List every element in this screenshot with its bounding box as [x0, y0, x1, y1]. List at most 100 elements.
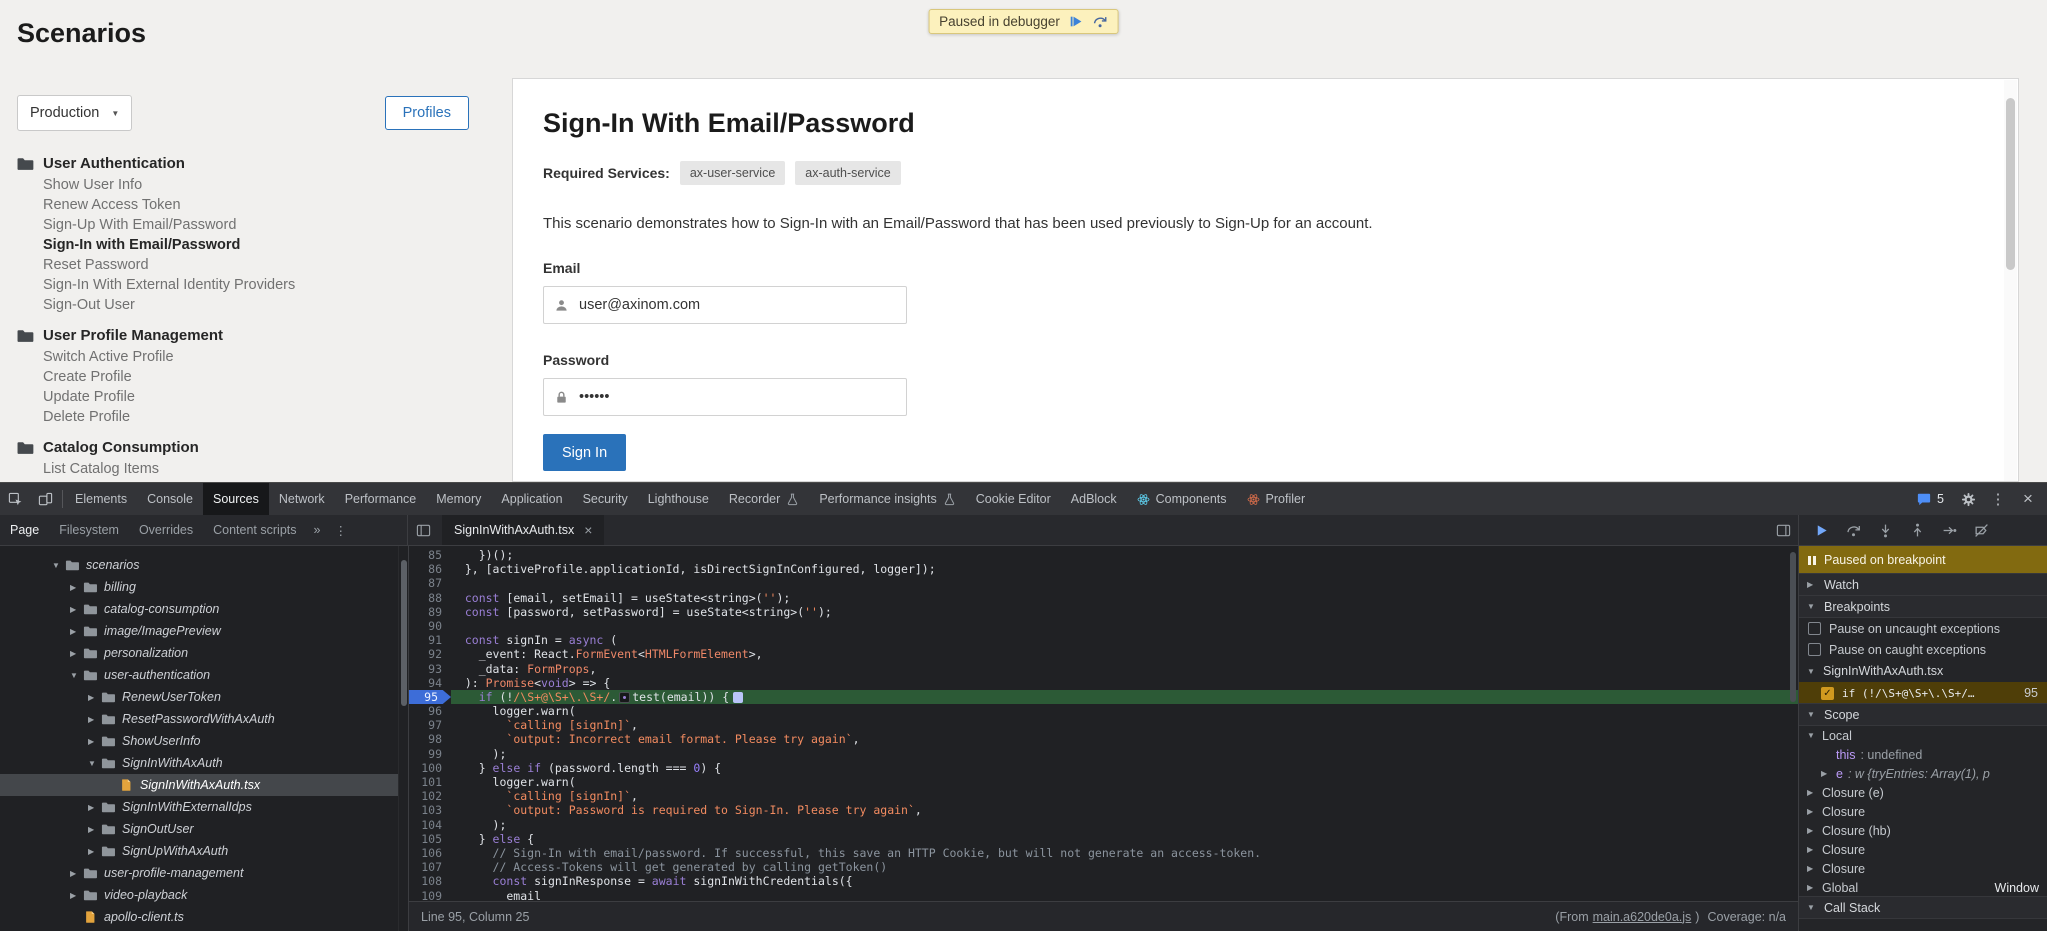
step-over-icon[interactable]: [1093, 14, 1108, 29]
code-text[interactable]: // Access-Tokens will get generated by c…: [451, 860, 1798, 874]
editor-scrollbar[interactable]: [1788, 546, 1798, 901]
devtools-tab-adblock[interactable]: AdBlock: [1061, 483, 1127, 515]
scrollbar-thumb[interactable]: [2006, 98, 2015, 270]
nav-item[interactable]: Sign-Up With Email/Password: [17, 215, 469, 235]
pause-uncaught-exceptions-row[interactable]: Pause on uncaught exceptions: [1799, 618, 2047, 639]
scenario-scrollbar[interactable]: [2004, 80, 2017, 481]
scope-row[interactable]: ▶GlobalWindow: [1799, 878, 2047, 897]
line-number[interactable]: 89: [409, 605, 451, 619]
line-number[interactable]: 98: [409, 732, 451, 746]
code-text[interactable]: } else {: [451, 832, 1798, 846]
code-text[interactable]: [451, 619, 1798, 633]
navigator-menu-icon[interactable]: ⋮: [327, 523, 354, 538]
call-stack-section-header[interactable]: ▼Call Stack: [1799, 896, 2047, 919]
breakpoint-file-group[interactable]: ▼SignInWithAxAuth.tsx: [1799, 660, 2047, 682]
sources-tab-content-scripts[interactable]: Content scripts: [203, 523, 306, 537]
tree-folder[interactable]: ▶ShowUserInfo: [0, 730, 398, 752]
scope-row[interactable]: ▼Local: [1799, 726, 2047, 745]
tree-folder[interactable]: ▶SignInWithExternalIdps: [0, 796, 398, 818]
inline-paused-marker[interactable]: [619, 692, 630, 703]
code-text[interactable]: [451, 576, 1798, 590]
tree-folder[interactable]: ▶catalog-consumption: [0, 598, 398, 620]
devtools-tab-console[interactable]: Console: [137, 483, 203, 515]
nav-item[interactable]: Renew Access Token: [17, 195, 469, 215]
scrollbar-thumb[interactable]: [1790, 552, 1796, 702]
scope-row[interactable]: this: undefined: [1799, 745, 2047, 764]
line-number[interactable]: 104: [409, 818, 451, 832]
nav-item[interactable]: Switch Active Profile: [17, 347, 469, 367]
tree-folder[interactable]: ▶user-profile-management: [0, 862, 398, 884]
code-text[interactable]: // Sign-In with email/password. If succe…: [451, 846, 1798, 860]
code-text[interactable]: `output: Password is required to Sign-In…: [451, 803, 1798, 817]
tree-folder[interactable]: ▼user-authentication: [0, 664, 398, 686]
nav-item[interactable]: Sign-Out User: [17, 295, 469, 315]
code-text[interactable]: _event: React.FormEvent<HTMLFormElement>…: [451, 647, 1798, 661]
line-number[interactable]: 102: [409, 789, 451, 803]
tree-folder[interactable]: ▼scenarios: [0, 554, 398, 576]
devtools-tab-performance-insights[interactable]: Performance insights: [809, 483, 965, 515]
resume-script-icon[interactable]: [1069, 14, 1084, 29]
scope-row[interactable]: ▶Closure: [1799, 859, 2047, 878]
devtools-tab-performance[interactable]: Performance: [335, 483, 427, 515]
tree-folder[interactable]: ▶personalization: [0, 642, 398, 664]
devtools-tab-sources[interactable]: Sources: [203, 483, 269, 515]
devtools-tab-memory[interactable]: Memory: [426, 483, 491, 515]
line-number[interactable]: 105: [409, 832, 451, 846]
code-text[interactable]: );: [451, 747, 1798, 761]
more-tabs-icon[interactable]: »: [307, 523, 328, 537]
tree-file[interactable]: SignInWithAxAuth.tsx: [0, 774, 398, 796]
nav-item[interactable]: Delete Profile: [17, 407, 469, 427]
scope-row[interactable]: ▶Closure (e): [1799, 783, 2047, 802]
scope-row[interactable]: ▶Closure: [1799, 840, 2047, 859]
tree-folder[interactable]: ▶image/ImagePreview: [0, 620, 398, 642]
nav-item[interactable]: Reset Password: [17, 255, 469, 275]
checkbox-unchecked[interactable]: [1808, 643, 1821, 656]
close-devtools-icon[interactable]: ×: [2013, 483, 2043, 515]
tree-folder[interactable]: ▶SignOutUser: [0, 818, 398, 840]
toggle-navigator-icon[interactable]: [408, 515, 438, 546]
nav-item[interactable]: List Catalog Items: [17, 459, 469, 479]
code-text[interactable]: if (!/\S+@\S+\.\S+/.test(email)) {: [451, 690, 1798, 704]
line-number[interactable]: 97: [409, 718, 451, 732]
line-number[interactable]: 92: [409, 647, 451, 661]
devtools-tab-recorder[interactable]: Recorder: [719, 483, 809, 515]
code-text[interactable]: const signInResponse = await signInWithC…: [451, 874, 1798, 888]
nav-item[interactable]: Show User Info: [17, 175, 469, 195]
inspect-element-icon[interactable]: [0, 483, 30, 515]
code-text[interactable]: logger.warn(: [451, 704, 1798, 718]
settings-gear-icon[interactable]: [1953, 483, 1983, 515]
devtools-tab-security[interactable]: Security: [573, 483, 638, 515]
line-number[interactable]: 93: [409, 662, 451, 676]
email-input[interactable]: [579, 297, 896, 313]
line-number[interactable]: 99: [409, 747, 451, 761]
code-text[interactable]: `calling [signIn]`,: [451, 718, 1798, 732]
line-number[interactable]: 100: [409, 761, 451, 775]
line-number[interactable]: 103: [409, 803, 451, 817]
line-number[interactable]: 88: [409, 591, 451, 605]
navigator-scrollbar[interactable]: [398, 546, 408, 931]
sources-tab-page[interactable]: Page: [0, 523, 49, 537]
device-toolbar-icon[interactable]: [30, 483, 60, 515]
scope-row[interactable]: ▶e: w {tryEntries: Array(1), p: [1799, 764, 2047, 783]
line-number[interactable]: 101: [409, 775, 451, 789]
more-options-icon[interactable]: ⋮: [1983, 483, 2013, 515]
scope-row[interactable]: ▶Closure (hb): [1799, 821, 2047, 840]
line-number[interactable]: 107: [409, 860, 451, 874]
devtools-tab-profiler[interactable]: Profiler: [1237, 483, 1316, 515]
code-text[interactable]: _data: FormProps,: [451, 662, 1798, 676]
line-number[interactable]: 90: [409, 619, 451, 633]
code-text[interactable]: ): Promise<void> => {: [451, 676, 1798, 690]
tree-folder[interactable]: ▶billing: [0, 576, 398, 598]
code-text[interactable]: `calling [signIn]`,: [451, 789, 1798, 803]
code-text[interactable]: }, [activeProfile.applicationId, isDirec…: [451, 562, 1798, 576]
watch-section-header[interactable]: ▶Watch: [1799, 573, 2047, 596]
line-number[interactable]: 106: [409, 846, 451, 860]
devtools-tab-elements[interactable]: Elements: [65, 483, 137, 515]
step-button[interactable]: [1933, 523, 1965, 538]
close-tab-icon[interactable]: ×: [584, 522, 592, 538]
code-text[interactable]: const signIn = async (: [451, 633, 1798, 647]
code-text[interactable]: email: [451, 889, 1798, 902]
step-out-button[interactable]: [1901, 523, 1933, 538]
profiles-button[interactable]: Profiles: [385, 96, 469, 130]
devtools-tab-lighthouse[interactable]: Lighthouse: [638, 483, 719, 515]
